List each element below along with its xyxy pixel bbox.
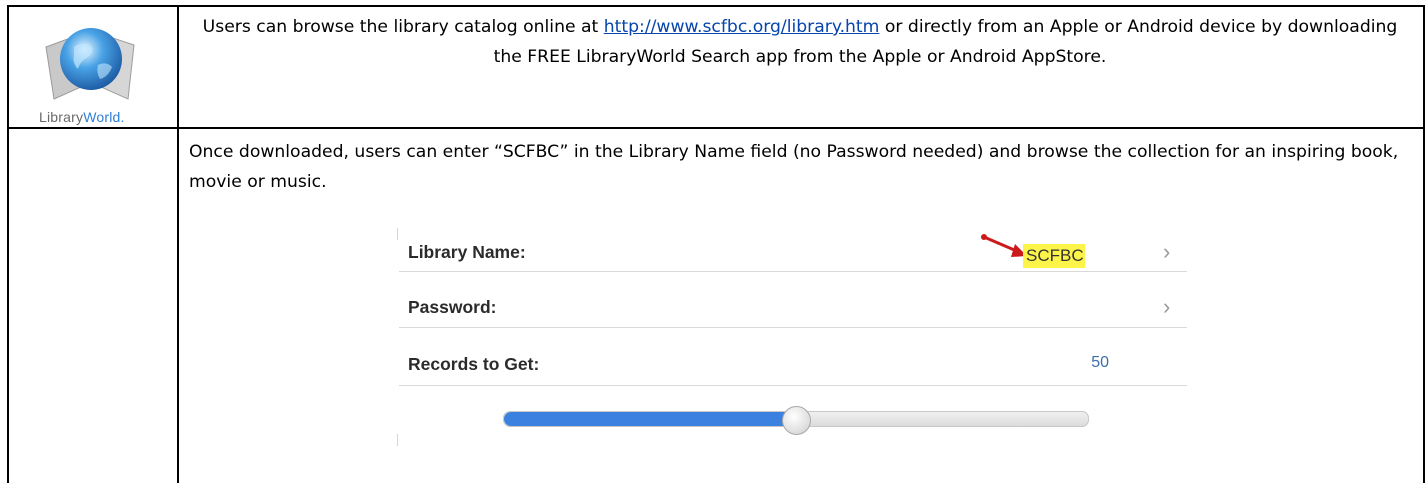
library-link[interactable]: http://www.scfbc.org/library.htm (604, 17, 880, 37)
records-value: 50 (1091, 354, 1109, 371)
chevron-right-icon: › (1163, 239, 1171, 264)
logo-wordmark: LibraryWorld. (39, 109, 125, 125)
records-slider-fill (504, 412, 796, 426)
chevron-right-icon: › (1163, 294, 1171, 319)
records-label: Records to Get: (408, 354, 540, 374)
library-name-label: Library Name: (408, 242, 526, 262)
password-label: Password: (408, 297, 497, 317)
library-name-highlight: SCFBC (1023, 244, 1085, 268)
app-settings-screenshot: Library Name: SCFBC › Password: › Record… (397, 228, 1192, 446)
records-slider-track (503, 406, 1089, 435)
library-name-value: SCFBC (1026, 246, 1084, 265)
screenshot-edge-top (397, 228, 398, 240)
screenshot-edge-bottom (397, 434, 398, 446)
table-border-right (1423, 5, 1425, 483)
libraryworld-logo: LibraryWorld. (10, 7, 176, 128)
logo-text-world: World (83, 109, 121, 125)
intro-text-before: Users can browse the library catalog onl… (202, 17, 604, 37)
row-separator (399, 327, 1187, 328)
table-column-divider (177, 5, 179, 483)
table-border-top (7, 5, 1425, 7)
intro-paragraph: Users can browse the library catalog onl… (190, 12, 1410, 72)
instructions-paragraph: Once downloaded, users can enter “SCFBC”… (189, 142, 1399, 192)
logo-text-library: Library (39, 109, 84, 125)
logo-text-mark: . (120, 109, 125, 125)
row-separator (399, 271, 1187, 272)
globe-book-icon (45, 28, 135, 100)
password-row: Password: › (399, 287, 1182, 324)
records-slider-thumb (782, 406, 811, 435)
library-name-row: Library Name: SCFBC › (399, 232, 1182, 269)
table-border-left (7, 5, 9, 483)
table-row-divider (7, 127, 1425, 129)
records-row: Records to Get: 50 (399, 344, 1182, 381)
row-separator (399, 385, 1187, 386)
